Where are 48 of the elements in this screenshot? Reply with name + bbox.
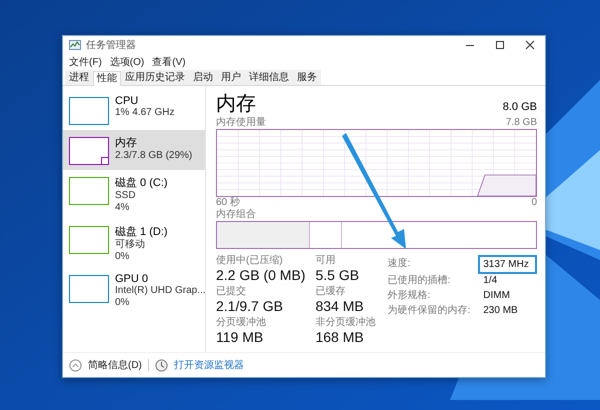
- tab[interactable]: 服务: [293, 70, 321, 85]
- tab[interactable]: 性能: [93, 71, 121, 86]
- stat-value: 2.2 GB (0 MB): [216, 267, 306, 284]
- stat-label: 已提交: [216, 286, 247, 298]
- summary-toggle[interactable]: 简略信息(D): [88, 358, 142, 372]
- stat-label: 已缓存: [315, 286, 346, 298]
- detail-label: 外形规格:: [387, 289, 432, 302]
- sidebar-item[interactable]: 磁盘 0 (C:) SSD 4%: [63, 170, 205, 219]
- stat-value: 119 MB: [216, 328, 264, 346]
- sidebar-item[interactable]: 磁盘 1 (D:) 可移动 0%: [63, 219, 205, 268]
- sidebar-item[interactable]: CPU 1% 4.67 GHz: [63, 90, 205, 130]
- stat-value: 168 MB: [315, 328, 365, 346]
- stat-value: 5.5 GB: [315, 267, 360, 284]
- composition-label: 内存组合: [216, 209, 257, 221]
- window-title: 任务管理器: [86, 39, 137, 52]
- gauge-icon: [154, 358, 168, 372]
- stat-label: 非分页缓冲池: [315, 316, 376, 329]
- stat-label: 分页缓冲池: [216, 316, 267, 329]
- tab[interactable]: 用户: [217, 70, 245, 85]
- axis-label: 0: [531, 197, 537, 209]
- detail-label: 速度:: [387, 257, 412, 271]
- chart-label: 内存使用量: [216, 117, 266, 129]
- stat-value: 2.1/9.7 GB: [216, 298, 284, 315]
- tab[interactable]: 应用历史记录: [121, 70, 189, 85]
- detail-label: 已使用的插槽:: [387, 274, 452, 287]
- detail-value: DIMM: [482, 289, 511, 303]
- detail-label: 为硬件保留的内存:: [387, 304, 470, 317]
- panel-title: 内存: [216, 92, 256, 116]
- tab[interactable]: 启动: [189, 70, 217, 85]
- sidebar-item[interactable]: GPU 0 Intel(R) UHD Grap... 0%: [63, 268, 205, 314]
- sidebar-item[interactable]: 内存 2.3/7.8 GB (29%): [63, 130, 205, 170]
- menu-item[interactable]: 文件(F): [69, 55, 102, 69]
- app-icon: [69, 40, 81, 50]
- resource-monitor-link[interactable]: 打开资源监视器: [174, 358, 244, 372]
- total-memory: 8.0 GB: [502, 101, 537, 113]
- menu-item[interactable]: 选项(O): [110, 55, 144, 69]
- detail-value: 230 MB: [482, 304, 519, 318]
- axis-label: 60 秒: [216, 197, 240, 208]
- stat-label: 可用: [315, 255, 336, 267]
- collapse-icon[interactable]: [69, 358, 82, 372]
- stat-value: 834 MB: [315, 298, 365, 315]
- detail-value: 1/4: [482, 274, 498, 288]
- menu-item[interactable]: 查看(V): [152, 55, 186, 69]
- stat-label: 使用中(已压缩): [216, 255, 284, 267]
- highlighted-value: 3137 MHz: [478, 255, 537, 274]
- tab[interactable]: 进程: [65, 70, 93, 85]
- tab[interactable]: 详细信息: [245, 70, 293, 85]
- chart-max-label: 7.8 GB: [506, 117, 537, 129]
